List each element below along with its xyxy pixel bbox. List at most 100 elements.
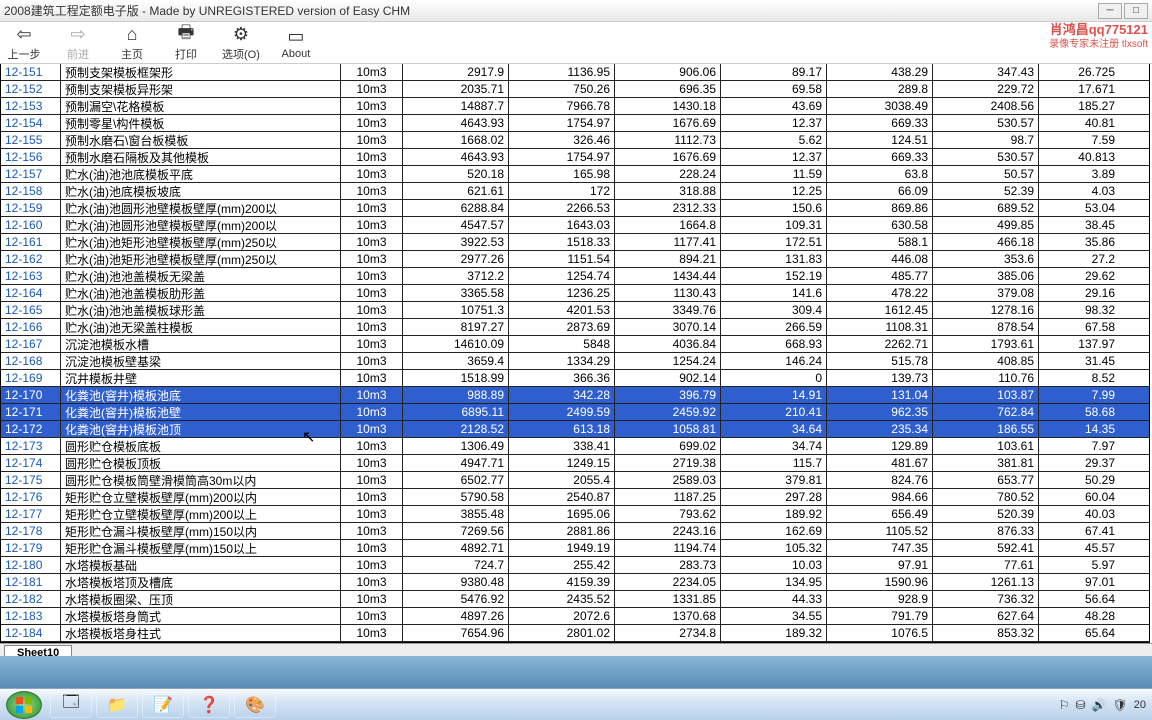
row-unit: 10m3 — [341, 166, 403, 182]
table-row[interactable]: 12-183水塔模板塔身筒式10m34897.262072.61370.6834… — [1, 608, 1149, 625]
tray-flag-icon[interactable]: ⚐ — [1059, 698, 1070, 712]
row-value: 342.28 — [509, 387, 615, 403]
print-button[interactable]: 🖶 打印 — [168, 24, 204, 62]
table-row[interactable]: 12-168沉淀池模板壁基梁10m33659.41334.291254.2414… — [1, 353, 1149, 370]
row-value: 1793.61 — [933, 336, 1039, 352]
table-row[interactable]: 12-172化粪池(窨井)模板池顶10m32128.52613.181058.8… — [1, 421, 1149, 438]
row-name: 化粪池(窨井)模板池顶 — [61, 421, 341, 437]
tray-network-icon[interactable]: ⛁ — [1076, 698, 1086, 712]
row-value: 2917.9 — [403, 64, 509, 80]
tray-time[interactable]: 20 — [1134, 699, 1146, 711]
row-value: 2312.33 — [615, 200, 721, 216]
table-row[interactable]: 12-151预制支架模板框架形10m32917.91136.95906.0689… — [1, 64, 1149, 81]
table-row[interactable]: 12-167沉淀池模板水槽10m314610.0958484036.84668.… — [1, 336, 1149, 353]
table-row[interactable]: 12-159贮水(油)池圆形池壁模板壁厚(mm)200以10m36288.842… — [1, 200, 1149, 217]
row-value: 137.97 — [1039, 336, 1119, 352]
options-label: 选项(O) — [222, 46, 260, 62]
row-name: 预制水磨石隔板及其他模板 — [61, 149, 341, 165]
row-unit: 10m3 — [341, 285, 403, 301]
table-row[interactable]: 12-177矩形贮仓立壁模板壁厚(mm)200以上10m33855.481695… — [1, 506, 1149, 523]
table-row[interactable]: 12-154预制零星\构件模板10m34643.931754.971676.69… — [1, 115, 1149, 132]
taskbar-app-2[interactable]: 📁 — [96, 692, 138, 718]
row-name: 水塔模板塔顶及槽底 — [61, 574, 341, 590]
table-row[interactable]: 12-160贮水(油)池圆形池壁模板壁厚(mm)200以10m34547.571… — [1, 217, 1149, 234]
row-code: 12-169 — [1, 370, 61, 386]
table-row[interactable]: 12-163贮水(油)池池盖模板无梁盖10m33712.21254.741434… — [1, 268, 1149, 285]
row-value: 165.98 — [509, 166, 615, 182]
row-name: 沉淀池模板水槽 — [61, 336, 341, 352]
table-row[interactable]: 12-162贮水(油)池矩形池壁模板壁厚(mm)250以10m32977.261… — [1, 251, 1149, 268]
row-value: 1254.24 — [615, 353, 721, 369]
taskbar-app-3[interactable]: 📝 — [142, 692, 184, 718]
table-row[interactable]: 12-171化粪池(窨井)模板池壁10m36895.112499.592459.… — [1, 404, 1149, 421]
table-row[interactable]: 12-175圆形贮仓模板筒壁滑模筒高30m以内10m36502.772055.4… — [1, 472, 1149, 489]
table-row[interactable]: 12-152预制支架模板异形架10m32035.71750.26696.3569… — [1, 81, 1149, 98]
row-value: 103.61 — [933, 438, 1039, 454]
row-value: 185.27 — [1039, 98, 1119, 114]
row-value: 210.41 — [721, 404, 827, 420]
table-row[interactable]: 12-157贮水(油)池池底模板平底10m3520.18165.98228.24… — [1, 166, 1149, 183]
row-value: 530.57 — [933, 115, 1039, 131]
table-row[interactable]: 12-180水塔模板基础10m3724.7255.42283.7310.0397… — [1, 557, 1149, 574]
table-row[interactable]: 12-155预制水磨石\窗台板模板10m31668.02326.461112.7… — [1, 132, 1149, 149]
home-button[interactable]: ⌂ 主页 — [114, 24, 150, 62]
row-value: 43.69 — [721, 98, 827, 114]
table-row[interactable]: 12-173圆形贮仓模板底板10m31306.49338.41699.0234.… — [1, 438, 1149, 455]
taskbar-app-4[interactable]: ❓ — [188, 692, 230, 718]
table-row[interactable]: 12-153预制漏空\花格模板10m314887.77966.781430.18… — [1, 98, 1149, 115]
minimize-button[interactable]: ─ — [1098, 3, 1122, 19]
row-value: 255.42 — [509, 557, 615, 573]
table-row[interactable]: 12-169沉井模板井壁10m31518.99366.36902.140139.… — [1, 370, 1149, 387]
row-value: 1261.13 — [933, 574, 1039, 590]
row-unit: 10m3 — [341, 387, 403, 403]
back-button[interactable]: ⇦ 上一步 — [6, 24, 42, 62]
row-value: 530.57 — [933, 149, 1039, 165]
row-code: 12-182 — [1, 591, 61, 607]
table-row[interactable]: 12-179矩形贮仓漏斗模板壁厚(mm)150以上10m34892.711949… — [1, 540, 1149, 557]
row-unit: 10m3 — [341, 540, 403, 556]
table-row[interactable]: 12-176矩形贮仓立壁模板壁厚(mm)200以内10m35790.582540… — [1, 489, 1149, 506]
taskbar-app-1[interactable]: 🗔 — [50, 692, 92, 718]
row-value: 60.04 — [1039, 489, 1119, 505]
table-row[interactable]: 12-161贮水(油)池矩形池壁模板壁厚(mm)250以10m33922.531… — [1, 234, 1149, 251]
maximize-button[interactable]: □ — [1124, 3, 1148, 19]
table-row[interactable]: 12-170化粪池(窨井)模板池底10m3988.89342.28396.791… — [1, 387, 1149, 404]
row-value: 189.32 — [721, 625, 827, 641]
windows-logo-icon — [15, 696, 33, 714]
row-name: 矩形贮仓漏斗模板壁厚(mm)150以内 — [61, 523, 341, 539]
taskbar-app-5[interactable]: 🎨 — [234, 692, 276, 718]
row-value: 515.78 — [827, 353, 933, 369]
tray-shield-icon[interactable]: 🛡 — [1113, 698, 1128, 712]
row-name: 预制漏空\花格模板 — [61, 98, 341, 114]
table-row[interactable]: 12-164贮水(油)池池盖模板肋形盖10m33365.581236.25113… — [1, 285, 1149, 302]
table-row[interactable]: 12-165贮水(油)池池盖模板球形盖10m310751.34201.53334… — [1, 302, 1149, 319]
row-value: 3.89 — [1039, 166, 1119, 182]
options-button[interactable]: ⚙ 选项(O) — [222, 24, 260, 62]
row-value: 379.08 — [933, 285, 1039, 301]
table-row[interactable]: 12-184水塔模板塔身柱式10m37654.962801.022734.818… — [1, 625, 1149, 642]
tray-volume-icon[interactable]: 🔊 — [1092, 698, 1107, 712]
row-value: 35.86 — [1039, 234, 1119, 250]
table-row[interactable]: 12-156预制水磨石隔板及其他模板10m34643.931754.971676… — [1, 149, 1149, 166]
row-value: 11.59 — [721, 166, 827, 182]
row-value: 7269.56 — [403, 523, 509, 539]
start-button[interactable] — [6, 691, 42, 719]
table-row[interactable]: 12-174圆形贮仓模板顶板10m34947.711249.152719.381… — [1, 455, 1149, 472]
about-button[interactable]: ▭ About — [278, 26, 314, 60]
table-row[interactable]: 12-166贮水(油)池无梁盖柱模板10m38197.272873.693070… — [1, 319, 1149, 336]
table-row[interactable]: 12-158贮水(油)池底模板坡底10m3621.61172318.8812.2… — [1, 183, 1149, 200]
row-value: 1112.73 — [615, 132, 721, 148]
watermark: 肖鸿昌qq775121 录像专家未注册 tlxsoft — [1049, 22, 1148, 52]
data-grid[interactable]: 12-151预制支架模板框架形10m32917.91136.95906.0689… — [0, 64, 1150, 643]
row-code: 12-177 — [1, 506, 61, 522]
table-row[interactable]: 12-181水塔模板塔顶及槽底10m39380.484159.392234.05… — [1, 574, 1149, 591]
row-value: 1754.97 — [509, 149, 615, 165]
row-value: 668.93 — [721, 336, 827, 352]
row-name: 贮水(油)池矩形池壁模板壁厚(mm)250以 — [61, 251, 341, 267]
forward-button[interactable]: ⇨ 前进 — [60, 24, 96, 62]
row-value: 139.73 — [827, 370, 933, 386]
row-value: 669.33 — [827, 149, 933, 165]
row-value: 627.64 — [933, 608, 1039, 624]
table-row[interactable]: 12-178矩形贮仓漏斗模板壁厚(mm)150以内10m37269.562881… — [1, 523, 1149, 540]
table-row[interactable]: 12-182水塔模板圈梁、压顶10m35476.922435.521331.85… — [1, 591, 1149, 608]
